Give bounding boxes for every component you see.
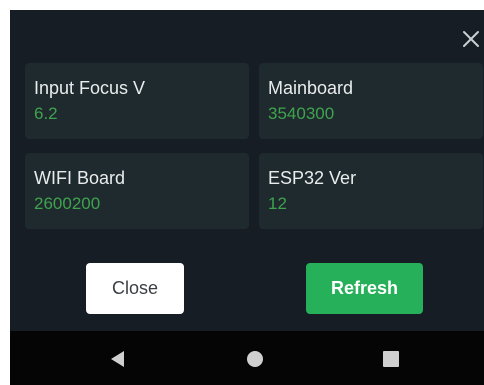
home-circle-icon[interactable] [245,349,265,369]
back-triangle-icon[interactable] [108,349,128,369]
info-card-input-focus-v: Input Focus V 6.2 [25,63,249,139]
info-card-esp32-ver: ESP32 Ver 12 [259,153,483,229]
info-card-label: Input Focus V [34,78,146,98]
info-card-value: 2600200 [34,194,101,213]
info-card-label: ESP32 Ver [268,168,357,188]
info-card-mainboard: Mainboard 3540300 [259,63,483,139]
version-info-dialog: Input Focus V 6.2 Mainboard 3540300 WIFI… [10,10,484,331]
info-card-label: Mainboard [268,78,354,98]
info-card-value: 3540300 [268,104,335,123]
close-button[interactable]: Close [86,263,184,314]
android-navigation-bar [10,331,484,385]
info-card-value: 12 [268,194,287,213]
recents-square-icon[interactable] [381,349,401,369]
refresh-button[interactable]: Refresh [306,263,423,314]
info-card-label: WIFI Board [34,168,126,188]
info-card-wifi-board: WIFI Board 2600200 [25,153,249,229]
close-icon[interactable] [462,30,480,48]
info-card-value: 6.2 [34,104,58,123]
